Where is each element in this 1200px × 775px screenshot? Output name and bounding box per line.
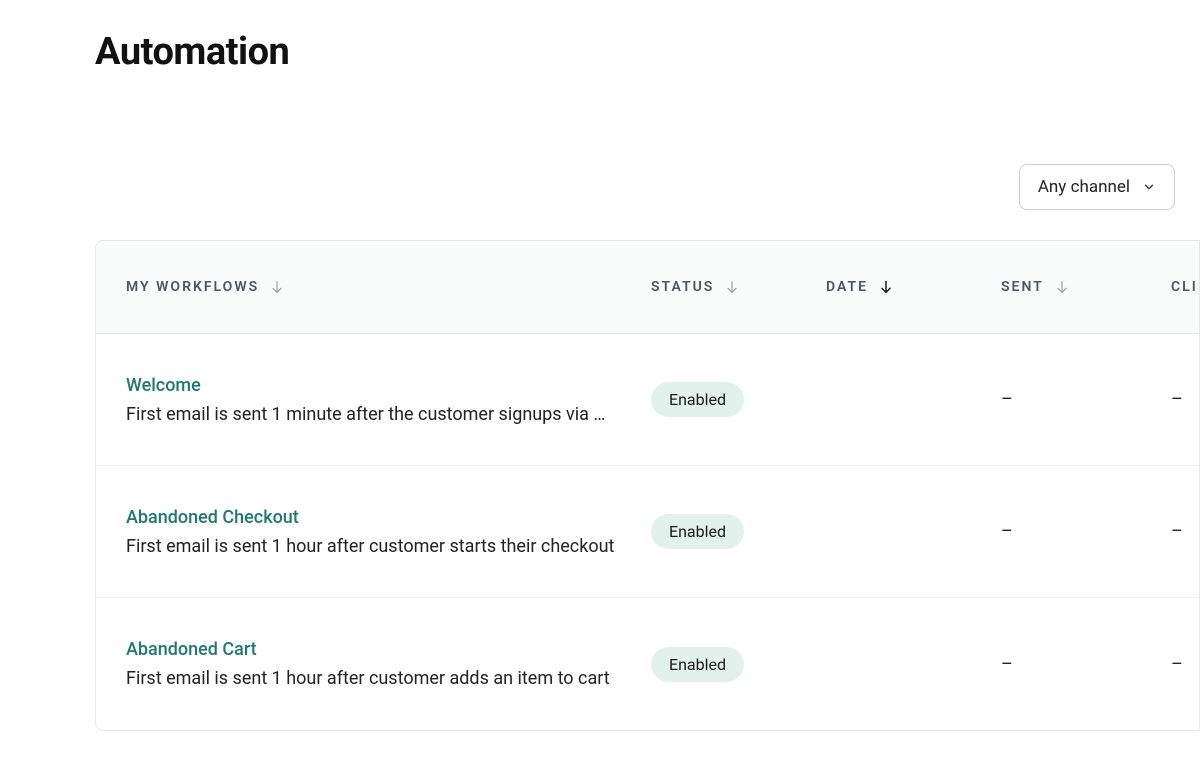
click-value: –: [1171, 389, 1183, 410]
workflow-description: First email is sent 1 hour after custome…: [126, 536, 621, 557]
column-header-sent[interactable]: SENT: [1001, 279, 1171, 295]
chevron-down-icon: [1142, 180, 1156, 194]
column-header-workflows[interactable]: MY WORKFLOWS: [126, 279, 651, 295]
sent-value: –: [1001, 521, 1013, 542]
channel-filter-dropdown[interactable]: Any channel: [1019, 164, 1175, 210]
table-row: Abandoned Cart First email is sent 1 hou…: [96, 598, 1199, 730]
arrow-down-icon: [878, 279, 894, 295]
workflow-title-link[interactable]: Abandoned Cart: [126, 639, 651, 660]
column-label: SENT: [1001, 279, 1044, 295]
status-badge: Enabled: [651, 382, 744, 417]
sent-value: –: [1001, 654, 1013, 675]
sent-value: –: [1001, 389, 1013, 410]
workflow-description: First email is sent 1 minute after the c…: [126, 404, 621, 425]
column-label: STATUS: [651, 279, 714, 295]
column-header-status[interactable]: STATUS: [651, 279, 826, 295]
column-label: MY WORKFLOWS: [126, 279, 259, 295]
table-row: Welcome First email is sent 1 minute aft…: [96, 334, 1199, 466]
column-label: CLI: [1171, 279, 1198, 295]
workflows-table: MY WORKFLOWS STATUS DATE SENT: [95, 240, 1200, 731]
workflow-description: First email is sent 1 hour after custome…: [126, 668, 621, 689]
workflow-title-link[interactable]: Welcome: [126, 375, 651, 396]
status-badge: Enabled: [651, 647, 744, 682]
status-badge: Enabled: [651, 514, 744, 549]
channel-filter-label: Any channel: [1038, 177, 1130, 197]
workflow-title-link[interactable]: Abandoned Checkout: [126, 507, 651, 528]
arrow-down-icon: [724, 279, 740, 295]
arrow-down-icon: [1054, 279, 1070, 295]
arrow-down-icon: [269, 279, 285, 295]
table-header: MY WORKFLOWS STATUS DATE SENT: [96, 241, 1199, 334]
click-value: –: [1171, 521, 1183, 542]
table-row: Abandoned Checkout First email is sent 1…: [96, 466, 1199, 598]
column-header-date[interactable]: DATE: [826, 279, 1001, 295]
column-header-click[interactable]: CLI: [1171, 279, 1200, 295]
page-title: Automation: [95, 30, 1200, 74]
column-label: DATE: [826, 279, 868, 295]
click-value: –: [1171, 654, 1183, 675]
